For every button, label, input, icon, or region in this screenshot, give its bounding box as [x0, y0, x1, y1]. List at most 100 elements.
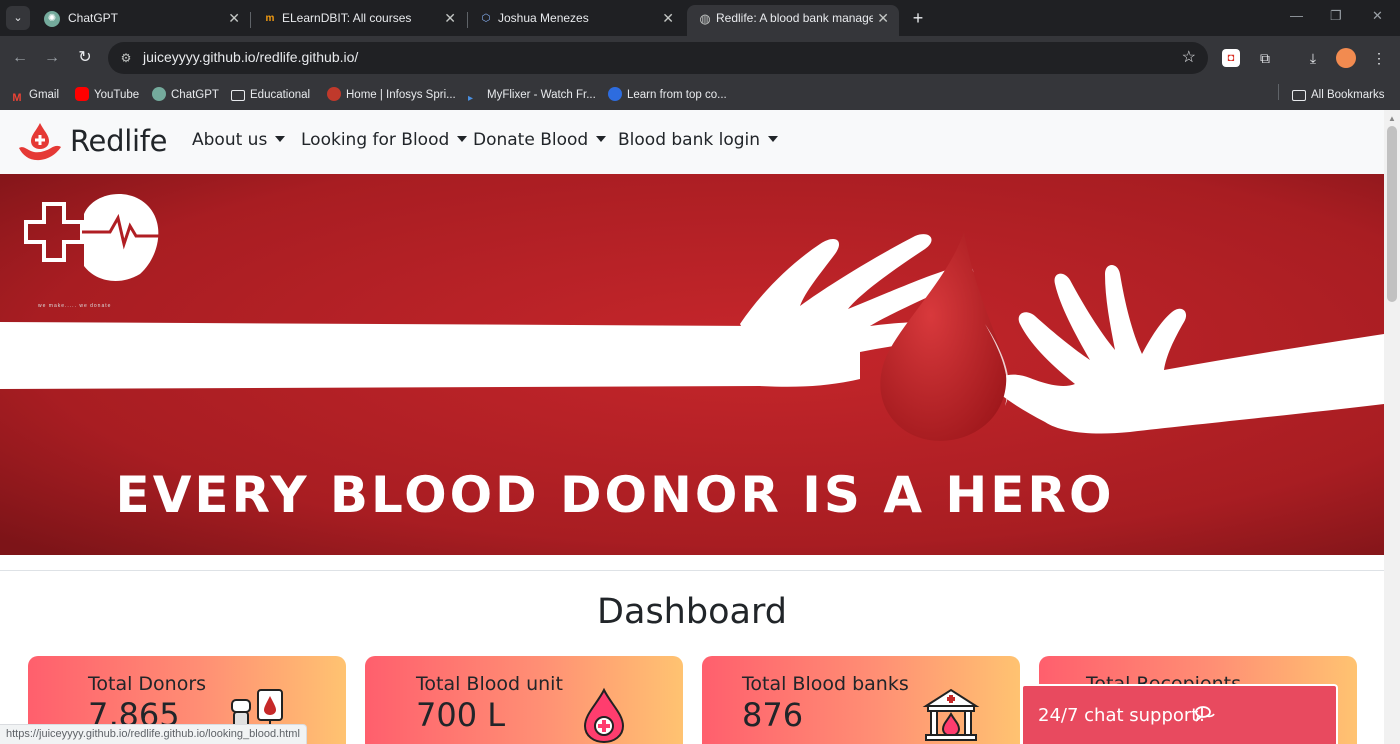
- caret-down-icon: [275, 136, 286, 142]
- site-navbar: Redlife About us Looking for Blood Donat…: [0, 110, 1384, 174]
- close-icon[interactable]: ✕: [228, 5, 240, 32]
- bookmark-label: MyFlixer - Watch Fr...: [487, 89, 596, 101]
- bookmark-label: ChatGPT: [171, 89, 219, 101]
- blood-drop-icon: [583, 687, 625, 744]
- chatgpt-icon: [152, 87, 166, 101]
- bookmark-chatgpt[interactable]: ChatGPT: [152, 85, 219, 105]
- reload-icon[interactable]: ↻: [73, 46, 97, 70]
- nav-blood-bank-login[interactable]: Blood bank login: [618, 130, 779, 150]
- nav-label: Looking for Blood: [301, 130, 450, 150]
- tab-chatgpt[interactable]: ✺ ChatGPT ✕: [34, 5, 250, 36]
- blue-logo-icon: [608, 87, 622, 101]
- page-scrollbar[interactable]: ▲: [1384, 110, 1400, 744]
- redlife-logo-icon[interactable]: [18, 121, 62, 163]
- bookmark-infosys[interactable]: Home | Infosys Spri...: [327, 85, 456, 105]
- carousel-next-icon[interactable]: ›: [1270, 354, 1290, 384]
- minimize-icon[interactable]: —: [1290, 8, 1303, 23]
- bookmark-label: Home | Infosys Spri...: [346, 89, 456, 101]
- stat-card-blood-banks: Total Blood banks 876: [702, 656, 1020, 744]
- all-bookmarks[interactable]: All Bookmarks: [1292, 85, 1385, 105]
- card-label: Total Blood unit: [416, 673, 563, 695]
- tab-redlife[interactable]: ◍ Redlife: A blood bank manage ✕: [687, 5, 899, 36]
- youtube-icon: [75, 87, 89, 101]
- card-label: Total Blood banks: [742, 673, 909, 695]
- download-icon[interactable]: ⤓: [1302, 47, 1324, 69]
- hero-carousel: we make..... we donate EVERY BLOOD DONOR…: [0, 174, 1384, 555]
- card-value: 876: [742, 696, 804, 734]
- restore-icon[interactable]: ❐: [1330, 8, 1342, 24]
- tab-title: Joshua Menezes: [498, 11, 589, 25]
- address-bar[interactable]: ⚙ juiceyyyy.github.io/redlife.github.io/…: [108, 42, 1208, 74]
- window-close-icon[interactable]: ✕: [1372, 8, 1383, 24]
- nav-label: Donate Blood: [473, 130, 589, 150]
- folder-icon: [231, 90, 245, 101]
- back-icon[interactable]: ←: [8, 46, 32, 70]
- section-divider: [0, 570, 1384, 571]
- tab-title: ChatGPT: [68, 11, 119, 25]
- bookmark-label: YouTube: [94, 89, 140, 101]
- caret-down-icon: [457, 136, 468, 142]
- nav-label: Blood bank login: [618, 130, 761, 150]
- hero-headline: EVERY BLOOD DONOR IS A HERO: [115, 466, 1115, 524]
- bookmark-youtube[interactable]: YouTube: [75, 85, 139, 105]
- folder-icon: [1292, 90, 1306, 101]
- bookmark-star-icon[interactable]: ☆: [1182, 47, 1196, 67]
- forward-icon[interactable]: →: [40, 46, 64, 70]
- close-icon[interactable]: ✕: [662, 5, 674, 32]
- chat-label: 24/7 chat support!: [1038, 705, 1206, 726]
- bookmarks-bar: M Gmail YouTube ChatGPT Educational Home …: [0, 80, 1400, 110]
- brand-name[interactable]: Redlife: [70, 124, 167, 158]
- tab-joshua[interactable]: ⬡ Joshua Menezes ✕: [468, 5, 684, 36]
- bookmarks-separator: [1278, 84, 1279, 100]
- bookmark-label: Educational: [250, 89, 311, 101]
- chat-support-button[interactable]: 24/7 chat support!: [1021, 684, 1338, 744]
- tab-title: ELearnDBIT: All courses: [282, 11, 412, 25]
- close-icon[interactable]: ✕: [877, 5, 889, 32]
- browser-toolbar: ← → ↻ ⚙ juiceyyyy.github.io/redlife.gith…: [0, 36, 1400, 80]
- infosys-icon: [327, 87, 341, 101]
- gmail-icon: M: [12, 92, 22, 104]
- bookmark-learn[interactable]: Learn from top co...: [608, 85, 727, 105]
- menu-kebab-icon[interactable]: ⋮: [1368, 47, 1390, 69]
- site-info-icon[interactable]: ⚙: [118, 50, 134, 66]
- moodle-icon: m: [265, 13, 275, 24]
- close-icon[interactable]: ✕: [444, 5, 456, 32]
- stat-card-blood-units: Total Blood unit 700 L: [365, 656, 683, 744]
- scroll-up-icon[interactable]: ▲: [1388, 114, 1396, 123]
- web-page: Redlife About us Looking for Blood Donat…: [0, 110, 1384, 744]
- tab-search-icon[interactable]: ⌄: [6, 6, 30, 30]
- nav-about-us[interactable]: About us: [192, 130, 286, 150]
- all-bookmarks-label: All Bookmarks: [1311, 89, 1385, 101]
- blood-bank-icon: [922, 688, 980, 741]
- tab-title: Redlife: A blood bank manage: [716, 11, 873, 25]
- globe-icon: ◍: [699, 11, 711, 26]
- card-value: 700 L: [416, 696, 506, 734]
- new-tab-icon[interactable]: +: [908, 6, 928, 30]
- url-text[interactable]: juiceyyyy.github.io/redlife.github.io/: [143, 49, 358, 65]
- card-label: Total Donors: [88, 673, 207, 695]
- profile-avatar[interactable]: [1336, 48, 1356, 68]
- play-icon: ▸: [468, 93, 474, 104]
- caret-down-icon: [768, 136, 779, 142]
- hero-logo-caption: we make..... we donate: [38, 303, 112, 309]
- status-bar-url: https://juiceyyyy.github.io/redlife.gith…: [0, 724, 307, 744]
- scroll-thumb[interactable]: [1387, 126, 1397, 302]
- bookmark-myflixer[interactable]: ▸ MyFlixer - Watch Fr...: [468, 85, 596, 105]
- nav-looking-for-blood[interactable]: Looking for Blood: [301, 130, 468, 150]
- nav-label: About us: [192, 130, 268, 150]
- browser-tab-bar: ⌄ ✺ ChatGPT ✕ m ELearnDBIT: All courses …: [0, 0, 1400, 36]
- dashboard-title: Dashboard: [597, 592, 787, 632]
- caret-down-icon: [596, 136, 607, 142]
- carousel-prev-icon[interactable]: ‹: [92, 354, 112, 384]
- tab-separator: [250, 12, 251, 28]
- extension-pocket-icon[interactable]: ◘: [1222, 49, 1240, 67]
- extensions-icon[interactable]: ⧉: [1254, 47, 1276, 69]
- tab-elearn[interactable]: m ELearnDBIT: All courses ✕: [252, 5, 466, 36]
- chatgpt-icon: ✺: [44, 11, 60, 27]
- nav-donate-blood[interactable]: Donate Blood: [473, 130, 607, 150]
- bookmark-gmail[interactable]: M Gmail: [10, 85, 59, 105]
- chat-icon: [1195, 706, 1215, 722]
- bookmark-educational[interactable]: Educational: [231, 85, 310, 105]
- hexagon-icon: ⬡: [481, 13, 491, 24]
- bookmark-label: Gmail: [29, 89, 60, 101]
